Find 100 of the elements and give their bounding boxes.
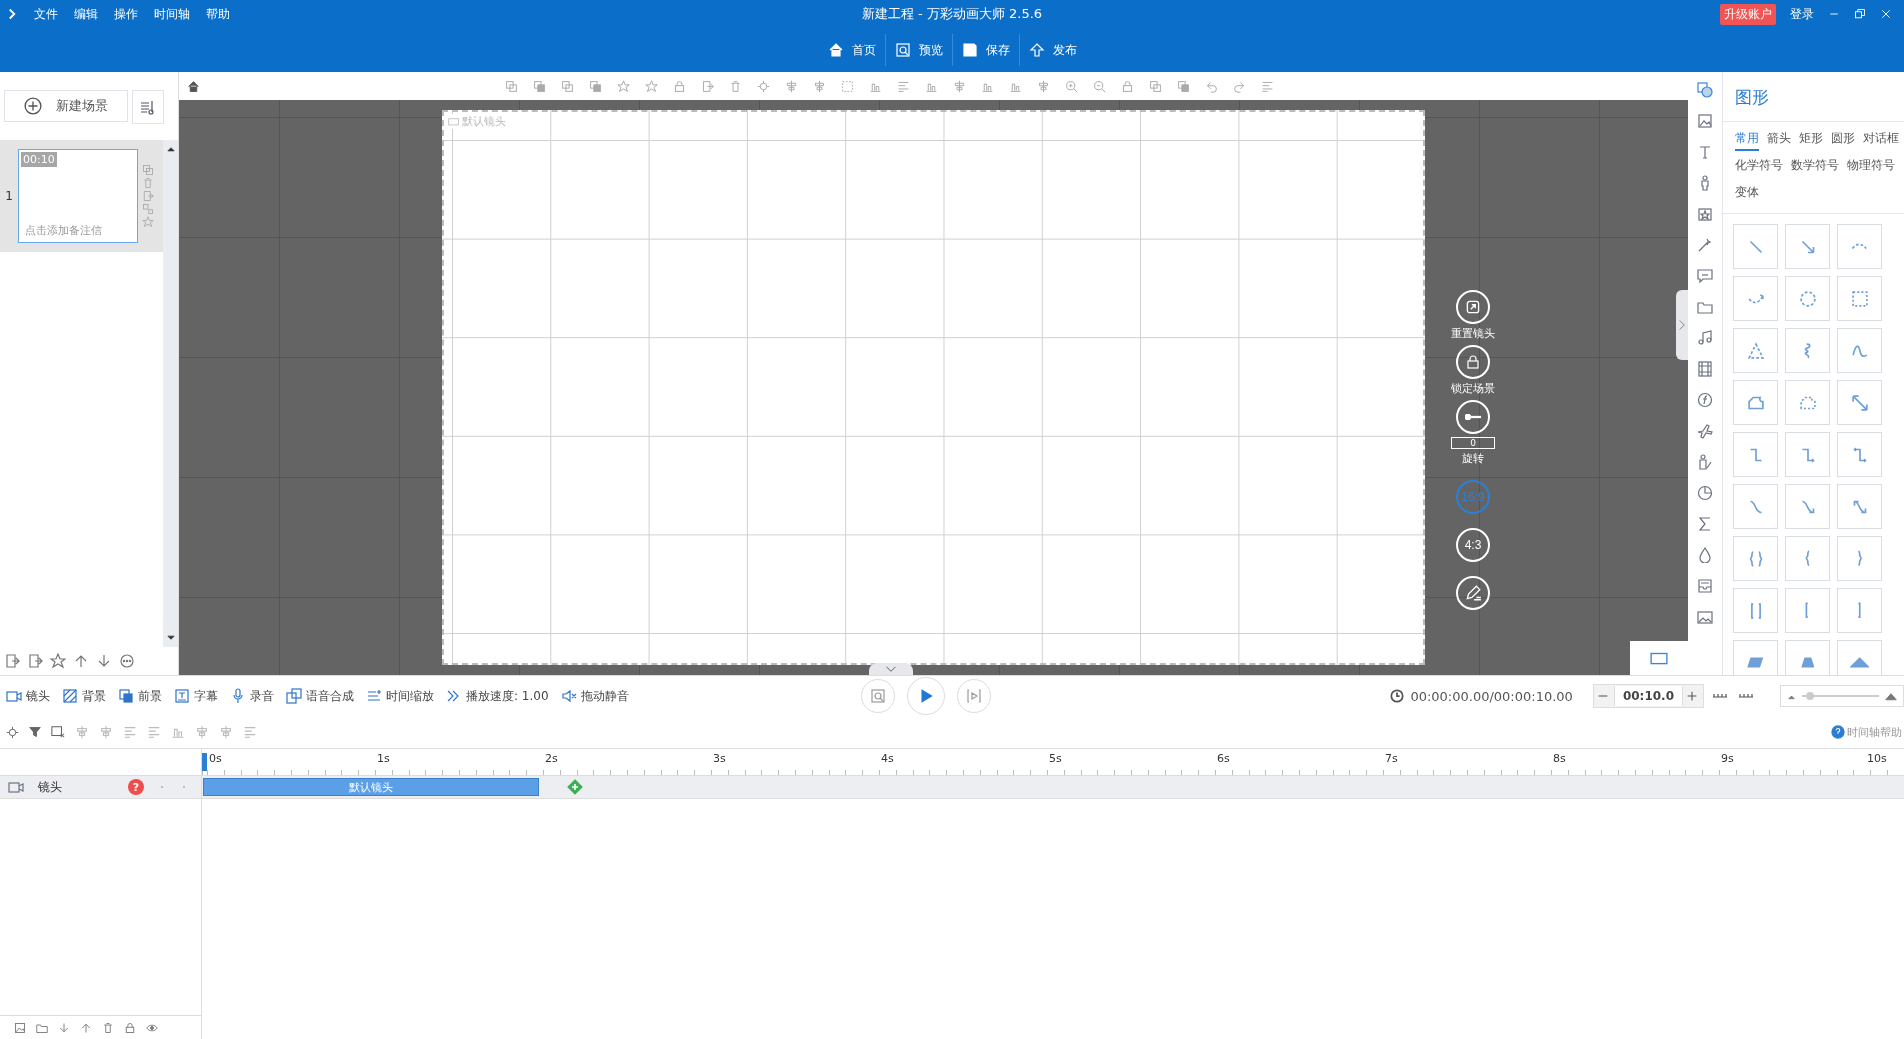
- minimap[interactable]: [1630, 641, 1688, 675]
- home-icon[interactable]: [187, 79, 200, 93]
- timeline-help-link[interactable]: 时间轴帮助: [1831, 724, 1904, 740]
- shape-tile[interactable]: [1785, 328, 1830, 373]
- image-icon[interactable]: [1697, 113, 1713, 129]
- add-keyframe-icon[interactable]: [567, 779, 583, 795]
- category-tab[interactable]: 化学符号: [1735, 157, 1783, 178]
- undo-icon[interactable]: [1205, 79, 1218, 93]
- align-icon[interactable]: [75, 725, 89, 739]
- star-icon[interactable]: [617, 79, 630, 93]
- menu-item[interactable]: 帮助: [206, 5, 230, 23]
- shape-tile[interactable]: [1733, 432, 1778, 477]
- timeline-tool[interactable]: 录音: [230, 687, 274, 705]
- edit-button[interactable]: [1456, 576, 1490, 610]
- lock-icon[interactable]: [673, 79, 686, 93]
- star-card-icon[interactable]: [1697, 206, 1713, 222]
- trash-icon[interactable]: [102, 1022, 114, 1034]
- shape-tile[interactable]: [1785, 484, 1830, 529]
- toolbar-button[interactable]: 首页: [818, 34, 885, 66]
- copy-icon[interactable]: [505, 79, 518, 93]
- upgrade-badge[interactable]: 升级账户: [1720, 3, 1776, 25]
- play-scene-button[interactable]: [956, 679, 991, 713]
- shape-tile[interactable]: [1785, 276, 1830, 321]
- import-icon[interactable]: [4, 653, 20, 669]
- layers-icon[interactable]: [1177, 79, 1190, 93]
- shape-tile[interactable]: [1837, 640, 1882, 675]
- folder-icon[interactable]: [1697, 299, 1713, 315]
- toolbar-button[interactable]: 发布: [1018, 34, 1086, 66]
- align-icon[interactable]: [99, 725, 113, 739]
- timeline-tool[interactable]: 拖动静音: [560, 687, 629, 705]
- copy-icon[interactable]: [142, 164, 154, 176]
- shape-tile[interactable]: [1837, 276, 1882, 321]
- redo-icon[interactable]: [1233, 79, 1246, 93]
- help-badge[interactable]: ?: [128, 779, 144, 795]
- rows-icon[interactable]: [243, 725, 257, 739]
- login-link[interactable]: 登录: [1790, 5, 1814, 23]
- airplane-icon[interactable]: [1697, 423, 1713, 439]
- expand-handle[interactable]: [869, 663, 913, 675]
- shapes-icon[interactable]: [1697, 82, 1713, 98]
- image-icon[interactable]: [14, 1022, 26, 1034]
- drop-icon[interactable]: [1697, 547, 1713, 563]
- timeline-tool[interactable]: 播放速度: 1.00: [446, 687, 549, 705]
- shape-tile[interactable]: [1733, 380, 1778, 425]
- align-icon[interactable]: [785, 79, 798, 93]
- timeline-tool[interactable]: 前景: [118, 687, 162, 705]
- export-icon[interactable]: [27, 653, 43, 669]
- scene-list-button[interactable]: [132, 90, 164, 124]
- filter-icon[interactable]: [29, 726, 41, 738]
- rotation-field[interactable]: 0: [1451, 437, 1495, 449]
- shape-tile[interactable]: [1733, 640, 1778, 675]
- category-tab[interactable]: 对话框: [1863, 130, 1899, 151]
- timeline-tool[interactable]: 镜头: [6, 687, 50, 705]
- more-icon[interactable]: [119, 653, 135, 669]
- shape-tile[interactable]: [1733, 276, 1778, 321]
- trash-icon[interactable]: [729, 79, 742, 93]
- arrow-up-icon[interactable]: [80, 1022, 92, 1034]
- picture-icon[interactable]: [1697, 609, 1713, 625]
- clear-icon[interactable]: [51, 725, 65, 739]
- scene-thumbnail[interactable]: 00:10 点击添加备注信: [18, 149, 138, 243]
- shape-tile[interactable]: [1837, 432, 1882, 477]
- dashed-square-icon[interactable]: [841, 79, 854, 93]
- rows-icon[interactable]: [897, 79, 910, 93]
- shape-tile[interactable]: [1837, 380, 1882, 425]
- shape-tile[interactable]: [1785, 432, 1830, 477]
- layers-icon[interactable]: [589, 79, 602, 93]
- shape-tile[interactable]: [1785, 224, 1830, 269]
- align-icon[interactable]: [195, 725, 209, 739]
- scroll-down-icon[interactable]: [165, 633, 176, 643]
- target-icon[interactable]: [6, 725, 19, 739]
- speech-bubble-icon[interactable]: [1697, 268, 1713, 284]
- timeline-tool[interactable]: 字幕: [174, 687, 218, 705]
- shape-tile[interactable]: [1733, 484, 1778, 529]
- star-icon[interactable]: [142, 216, 154, 228]
- toolbar-button[interactable]: 保存: [951, 34, 1019, 66]
- category-tab[interactable]: 数学符号: [1791, 157, 1839, 178]
- layers-icon[interactable]: [533, 79, 546, 93]
- menu-item[interactable]: 时间轴: [154, 5, 190, 23]
- category-tab[interactable]: 物理符号: [1847, 157, 1895, 178]
- align-icon[interactable]: [813, 79, 826, 93]
- rows-icon[interactable]: [123, 725, 137, 739]
- aspect-ratio-button[interactable]: 4:3: [1456, 528, 1490, 562]
- sigma-icon[interactable]: [1697, 516, 1713, 532]
- align-icon[interactable]: [1037, 79, 1050, 93]
- timeline-tool[interactable]: 时间缩放: [366, 687, 434, 705]
- person-pen-icon[interactable]: [1697, 454, 1713, 470]
- menu-item[interactable]: 编辑: [74, 5, 98, 23]
- align-icon[interactable]: [219, 725, 233, 739]
- scroll-up-icon[interactable]: [165, 144, 176, 154]
- folder-icon[interactable]: [36, 1022, 48, 1034]
- category-tab[interactable]: 常用: [1735, 130, 1759, 151]
- wand-icon[interactable]: [1697, 237, 1713, 253]
- target-icon[interactable]: [757, 79, 770, 93]
- category-tab[interactable]: 圆形: [1831, 130, 1855, 151]
- shape-tile[interactable]: [1733, 328, 1778, 373]
- star-icon[interactable]: [645, 79, 658, 93]
- shape-tile[interactable]: [1837, 588, 1882, 633]
- collapse-handle[interactable]: [1676, 290, 1688, 360]
- shape-tile[interactable]: [1733, 588, 1778, 633]
- pie-chart-icon[interactable]: [1697, 485, 1713, 501]
- star-icon[interactable]: [50, 653, 66, 669]
